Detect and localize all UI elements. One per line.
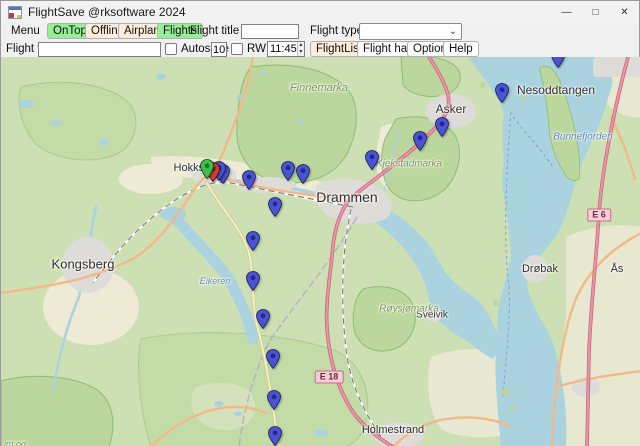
app-window: FlightSave @rksoftware 2024 — □ ✕ Menu O… bbox=[0, 0, 640, 446]
rw-checkbox[interactable] bbox=[231, 43, 243, 55]
map-label-svelvik: Svelvik bbox=[416, 310, 448, 321]
map-label-drammen: Drammen bbox=[316, 189, 377, 205]
map-overlay: HokksundDrammenKongsbergAskerNesoddtange… bbox=[1, 57, 640, 446]
map-pin-blue[interactable] bbox=[495, 83, 509, 103]
spinner-down-icon[interactable]: ▾ bbox=[298, 49, 304, 56]
map-pin-blue[interactable] bbox=[242, 170, 256, 190]
map-pin-blue[interactable] bbox=[266, 349, 280, 369]
map-label-bunnefjorden: Bunnefjorden bbox=[553, 132, 613, 143]
map-pin-blue[interactable] bbox=[413, 131, 427, 151]
map-label-nesoddtangen: Nesoddtangen bbox=[517, 83, 595, 97]
flight-title-input[interactable] bbox=[38, 42, 161, 57]
road-shield-e18: E 18 bbox=[315, 371, 344, 384]
map-label-drøbak: Drøbak bbox=[522, 263, 558, 275]
map-label-asker: Asker bbox=[436, 102, 467, 116]
map-pin-blue[interactable] bbox=[246, 271, 260, 291]
map-pin-blue[interactable] bbox=[256, 309, 270, 329]
time-picker[interactable]: 11:45 ▴ ▾ bbox=[267, 41, 305, 57]
map-label-finnemarka: Finnemarka bbox=[290, 82, 348, 94]
window-title: FlightSave @rksoftware 2024 bbox=[28, 5, 186, 19]
map-pin-blue[interactable] bbox=[246, 231, 260, 251]
minimize-button[interactable]: — bbox=[552, 1, 581, 23]
map-label-holmestrand: Holmestrand bbox=[362, 424, 424, 436]
toolbar-row-1: Menu OnTop Offline Airplane Flights Flig… bbox=[1, 23, 639, 41]
flight-title-filter-input[interactable] bbox=[241, 24, 299, 39]
map-label-im-og: im og bbox=[4, 439, 26, 446]
map-pin-blue[interactable] bbox=[268, 426, 282, 446]
road-shield-e6: E 6 bbox=[587, 209, 611, 222]
maximize-button[interactable]: □ bbox=[581, 1, 610, 23]
menu-button[interactable]: Menu bbox=[6, 23, 45, 39]
close-button[interactable]: ✕ bbox=[610, 1, 639, 23]
map-label-ås: Ås bbox=[611, 263, 624, 275]
autosave-checkbox[interactable] bbox=[165, 43, 177, 55]
map-label-eikeren: Eikeren bbox=[200, 276, 231, 286]
chevron-down-icon: ⌄ bbox=[445, 27, 461, 37]
map-pin-blue[interactable] bbox=[268, 197, 282, 217]
map-label-kjekstadmarka: Kjekstadmarka bbox=[376, 159, 442, 170]
help-button[interactable]: Help bbox=[443, 41, 479, 57]
map-pin-green[interactable] bbox=[200, 159, 214, 179]
map-pin-blue[interactable] bbox=[435, 117, 449, 137]
toolbar-row-2: Flight title Autosave RW 11:45 ▴ ▾ Fligh… bbox=[1, 41, 639, 57]
rw-label: RW bbox=[247, 43, 266, 55]
time-spinner[interactable]: ▴ ▾ bbox=[297, 42, 304, 56]
map-pin-blue[interactable] bbox=[267, 390, 281, 410]
map-pin-blue[interactable] bbox=[296, 164, 310, 184]
app-icon bbox=[8, 6, 22, 19]
map-label-kongsberg: Kongsberg bbox=[52, 257, 115, 272]
map-canvas[interactable]: HokksundDrammenKongsbergAskerNesoddtange… bbox=[1, 57, 640, 446]
map-pin-blue[interactable] bbox=[365, 150, 379, 170]
spinner-up-icon[interactable]: ▴ bbox=[298, 42, 304, 49]
flight-type-filter-combobox[interactable]: ⌄ bbox=[359, 23, 462, 40]
map-pin-blue[interactable] bbox=[551, 57, 565, 68]
time-value: 11:45 bbox=[268, 42, 297, 56]
map-label-røysjømarka: Røysjømarka bbox=[379, 304, 438, 315]
map-pin-blue[interactable] bbox=[281, 161, 295, 181]
title-bar[interactable]: FlightSave @rksoftware 2024 — □ ✕ bbox=[1, 1, 639, 23]
autosave-interval-input[interactable] bbox=[211, 42, 227, 57]
